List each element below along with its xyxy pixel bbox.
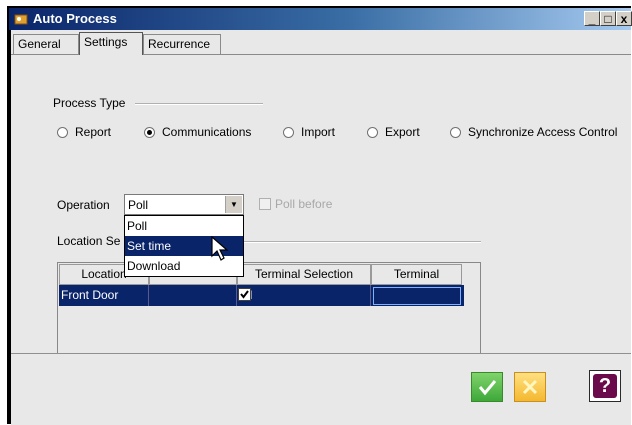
mouse-pointer-icon xyxy=(211,236,229,261)
radio-export-label: Export xyxy=(385,125,420,139)
poll-before-checkbox[interactable] xyxy=(259,198,271,210)
cell-terminal[interactable] xyxy=(373,287,461,305)
operation-label: Operation xyxy=(57,198,110,212)
chevron-down-icon[interactable]: ▼ xyxy=(225,196,242,213)
app-icon xyxy=(14,14,28,25)
tab-bar: General Settings Recurrence xyxy=(11,32,631,55)
checkmark-icon xyxy=(240,290,249,299)
poll-before-label: Poll before xyxy=(275,197,333,211)
location-divider xyxy=(243,241,481,243)
tab-settings[interactable]: Settings xyxy=(79,32,143,55)
radio-import[interactable]: Import xyxy=(283,125,335,139)
process-type-label: Process Type xyxy=(53,96,126,110)
dropdown-option-poll[interactable]: Poll xyxy=(125,216,243,236)
minimize-button[interactable]: _ xyxy=(584,11,600,26)
radio-communications[interactable]: Communications xyxy=(144,125,251,139)
tab-general[interactable]: General xyxy=(13,34,79,54)
radio-report-label: Report xyxy=(75,125,112,139)
operation-select[interactable]: Poll ▼ xyxy=(124,194,244,215)
close-icon xyxy=(522,379,538,395)
radio-synchronize-access-control[interactable]: Synchronize Access Control xyxy=(450,125,617,139)
radio-import-circle[interactable] xyxy=(283,126,294,138)
radio-communications-label: Communications xyxy=(162,125,252,139)
help-button[interactable]: ? xyxy=(589,370,621,402)
title-bar[interactable]: Auto Process _ □ x xyxy=(9,8,632,30)
ok-button[interactable] xyxy=(471,372,503,402)
maximize-button[interactable]: □ xyxy=(600,11,616,26)
help-icon: ? xyxy=(593,374,617,398)
checkmark-icon xyxy=(478,380,497,396)
radio-export[interactable]: Export xyxy=(367,125,420,139)
radio-report[interactable]: Report xyxy=(57,125,111,139)
operation-value: Poll xyxy=(128,198,149,212)
tab-recurrence[interactable]: Recurrence xyxy=(143,34,221,54)
column-header-terminal[interactable]: Terminal xyxy=(371,264,462,285)
radio-report-circle[interactable] xyxy=(57,126,68,138)
cell-enabled[interactable] xyxy=(149,285,237,306)
radio-export-circle[interactable] xyxy=(367,126,378,138)
column-header-terminal-selection[interactable]: Terminal Selection xyxy=(237,264,371,285)
cell-location[interactable]: Front Door xyxy=(59,285,149,306)
dialog-body: General Settings Recurrence Process Type… xyxy=(11,30,631,425)
radio-import-label: Import xyxy=(301,125,336,139)
location-table: Location Terminal Selection Terminal Fro… xyxy=(57,262,481,366)
process-type-divider xyxy=(135,103,263,105)
cancel-button[interactable] xyxy=(514,372,546,402)
radio-synchronize-label: Synchronize Access Control xyxy=(468,125,618,139)
row-checkbox[interactable] xyxy=(238,288,251,301)
radio-synchronize-circle[interactable] xyxy=(450,126,461,138)
window-title: Auto Process xyxy=(33,11,117,26)
close-button[interactable]: x xyxy=(616,11,632,26)
location-section-label: Location Se xyxy=(57,234,121,248)
cell-terminal-selection[interactable]: All xyxy=(237,285,371,306)
radio-communications-circle[interactable] xyxy=(144,126,155,138)
